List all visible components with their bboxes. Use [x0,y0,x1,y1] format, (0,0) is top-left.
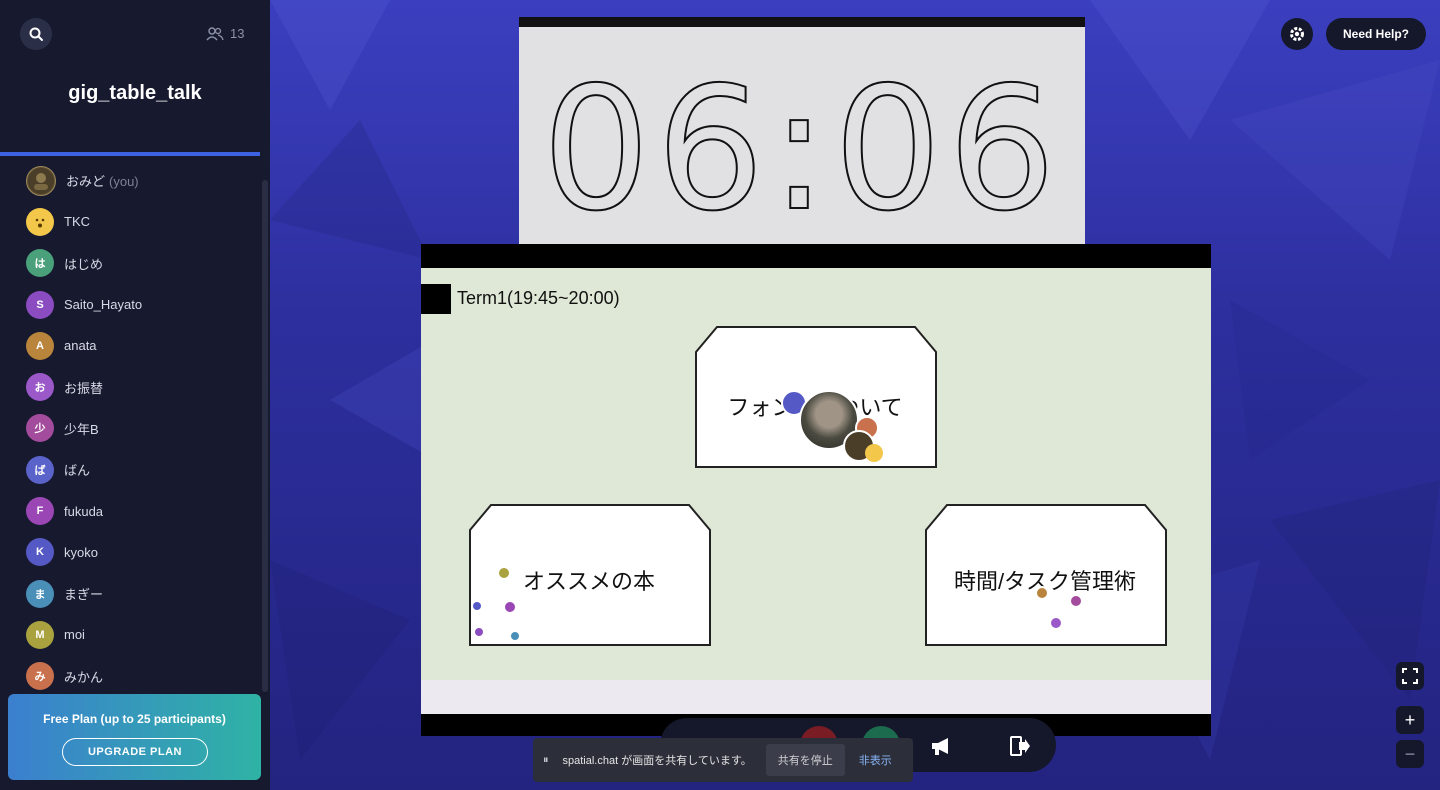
sidebar-divider [0,152,260,156]
participant-item[interactable]: おみど (you) [26,160,256,201]
avatar: K [26,538,54,567]
participant-item[interactable]: ま まぎー [26,573,256,614]
participant-name: moi [64,627,85,643]
pause-icon: ⏸ [543,753,549,766]
plus-icon: + [1404,709,1416,730]
participant-dot[interactable] [1049,616,1063,630]
topic-card-font: フォン ついて [695,326,937,468]
gear-icon [1290,27,1304,41]
participant-dot[interactable] [473,626,485,638]
participant-name: Saito_Hayato [64,297,143,313]
participant-name: fukuda [64,503,104,519]
avatar-image-icon [28,167,54,194]
participant-count-value: 13 [230,26,245,41]
avatar [26,207,54,236]
screen-share-notice: ⏸ spatial.chat が画面を共有しています。 共有を停止 非表示 [533,738,913,782]
term-title: Term1(19:45~20:00) [457,288,620,308]
avatar: S [26,290,54,319]
participant-dot[interactable] [865,444,883,462]
timer-display: 06:06 [541,51,1062,249]
participant-item[interactable]: S Saito_Hayato [26,284,256,325]
slide: Term1(19:45~20:00) フォン ついて オススメの本 時間/タスク… [421,268,1211,680]
participant-name: 少年B [64,421,99,437]
participant-item[interactable]: A anata [26,325,256,366]
people-icon [206,26,224,41]
participant-count[interactable]: 13 [206,26,244,41]
avatar: 少 [26,414,54,443]
search-icon [29,27,43,41]
participant-item[interactable]: TKC [26,201,256,242]
participant-name: ばん [64,463,91,479]
term-marker [421,284,451,314]
participant-item[interactable]: M moi [26,614,256,655]
participant-name: kyoko [64,544,98,560]
participant-item[interactable]: み みかん [26,656,256,690]
participant-item[interactable]: K kyoko [26,532,256,573]
settings-button[interactable] [1281,18,1313,50]
zoom-out-button[interactable]: − [1396,740,1424,768]
participant-dot[interactable] [497,566,511,580]
avatar: A [26,331,54,360]
fullscreen-icon [1402,668,1418,684]
zoom-in-button[interactable]: + [1396,706,1424,734]
share-notice-text: spatial.chat が画面を共有しています。 [562,755,752,767]
participant-name: はじめ [64,256,104,272]
megaphone-icon [932,738,948,755]
plan-text: Free Plan (up to 25 participants) [43,712,226,726]
participant-name: anata [64,338,97,354]
you-tag: (you) [109,174,139,190]
sidebar: 13 gig_table_talk おみど (you) TKC は はじめ S S… [0,0,270,790]
timer-screen-share[interactable]: 06:06 [519,17,1085,244]
participant-item[interactable]: F fukuda [26,490,256,531]
slide-footer [421,680,1211,714]
sidebar-scrollbar[interactable] [262,180,268,692]
avatar: み [26,662,54,690]
participant-name: TKC [64,214,90,230]
participant-item[interactable]: は はじめ [26,243,256,284]
topic-card-time-management: 時間/タスク管理術 [925,504,1167,646]
hide-notice-button[interactable]: 非表示 [859,752,892,768]
room-title: gig_table_talk [68,82,202,104]
participant-name: おみど (you) [66,174,139,190]
upgrade-plan-button[interactable]: UPGRADE PLAN [62,738,208,766]
exit-icon [1010,736,1030,756]
avatar: M [26,620,54,649]
participant-item[interactable]: 少 少年B [26,408,256,449]
participant-item[interactable]: ば ばん [26,449,256,490]
avatar: は [26,249,54,278]
avatar [26,165,56,196]
participant-dot[interactable] [1035,586,1049,600]
avatar: お [26,373,54,402]
participant-item[interactable]: お お振替 [26,366,256,407]
participant-dot[interactable] [1069,594,1083,608]
participant-name: まぎー [64,587,104,603]
topic-card-books: オススメの本 [469,504,711,646]
emoji-face-icon [35,218,45,228]
avatar: ま [26,579,54,608]
fullscreen-button[interactable] [1396,662,1424,690]
participant-dot[interactable] [471,600,483,612]
minus-icon: − [1404,743,1416,764]
plan-card: Free Plan (up to 25 participants) UPGRAD… [8,694,261,780]
avatar: F [26,497,54,526]
participant-dot[interactable] [503,600,517,614]
participant-name: お振替 [64,380,104,396]
leave-button[interactable] [1006,732,1034,760]
participant-name: みかん [64,669,104,685]
participant-list: おみど (you) TKC は はじめ S Saito_Hayato A anat… [26,160,256,690]
need-help-button[interactable]: Need Help? [1326,18,1426,50]
broadcast-button[interactable] [928,732,956,760]
search-button[interactable] [20,18,52,50]
stop-sharing-button[interactable]: 共有を停止 [765,744,845,776]
participant-dot[interactable] [509,630,521,642]
screen-share-window[interactable]: Term1(19:45~20:00) フォン ついて オススメの本 時間/タスク… [421,244,1211,736]
avatar: ば [26,455,54,484]
